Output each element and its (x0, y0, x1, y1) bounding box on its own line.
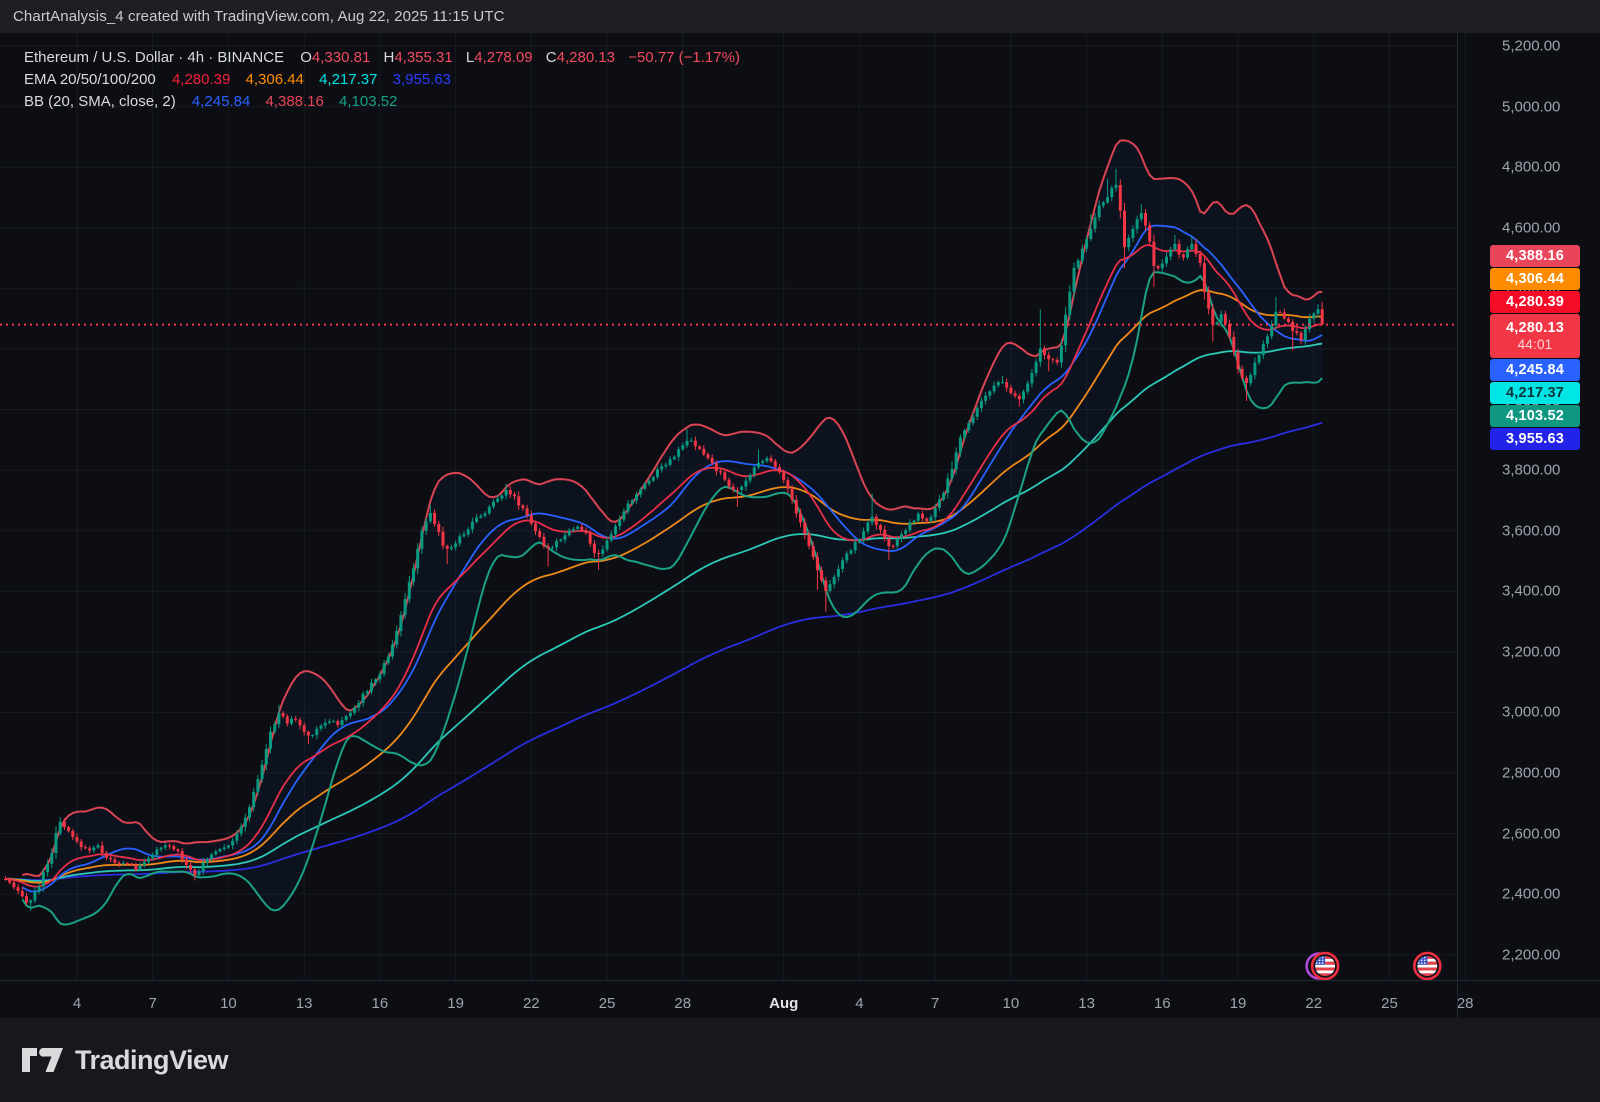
price-axis-border (1457, 33, 1458, 1018)
price-tick-label: 5,000.00 (1502, 98, 1561, 116)
price-tick-label: 3,000.00 (1502, 703, 1561, 721)
ema20-value: 4,280.39 (171, 71, 231, 88)
us-flag-icon[interactable] (1413, 951, 1442, 981)
ema100-line (5, 342, 1323, 882)
time-tick-label: 16 (1153, 995, 1171, 1012)
bb-basis-tag: 4,245.84 (1490, 359, 1580, 381)
time-tick-label: 28 (674, 995, 692, 1012)
ohlc-open: O4,330.81 (300, 49, 371, 66)
screenshot-title: ChartAnalysis_4 created with TradingView… (13, 8, 505, 25)
tradingview-logo-text: TradingView (75, 1044, 229, 1075)
ohlc-high: H4,355.31 (383, 49, 453, 66)
tradingview-logo-icon (22, 1047, 63, 1072)
time-tick-label: 10 (1002, 995, 1020, 1012)
ema200-tag: 3,955.63 (1490, 428, 1580, 450)
price-tick-label: 2,600.00 (1502, 825, 1561, 843)
time-tick-label: 4 (72, 995, 82, 1012)
bb-lower-tag: 4,103.52 (1490, 405, 1580, 427)
time-tick-label: 22 (1305, 995, 1323, 1012)
time-tick-label: 19 (1229, 995, 1247, 1012)
time-tick-label: 13 (1078, 995, 1095, 1012)
price-tick-label: 2,200.00 (1502, 946, 1561, 964)
tradingview-chart-screenshot: ChartAnalysis_4 created with TradingView… (0, 0, 1600, 1102)
time-tick-label: 7 (930, 995, 940, 1012)
change-value: −50.77 (−1.17%) (628, 49, 740, 66)
ema50-tag: 4,306.44 (1490, 268, 1580, 290)
ema100-tag: 4,217.37 (1490, 382, 1580, 404)
price-tick-label: 3,600.00 (1502, 522, 1561, 540)
screenshot-title-bar: ChartAnalysis_4 created with TradingView… (0, 0, 1600, 33)
bb-upper-value: 4,388.16 (265, 93, 324, 110)
price-tick-label: 4,600.00 (1502, 219, 1561, 237)
price-tick-label: 3,800.00 (1502, 461, 1561, 479)
bb-upper-tag: 4,388.16 (1490, 245, 1580, 267)
symbol-title: Ethereum / U.S. Dollar · 4h · BINANCE (24, 49, 285, 66)
legend-bb-row[interactable]: BB (20, SMA, close, 2) 4,245.84 4,388.16… (24, 91, 740, 113)
tradingview-logo[interactable]: TradingView (20, 1044, 229, 1076)
price-tick-label: 5,200.00 (1502, 37, 1561, 55)
time-tick-label: 25 (1381, 995, 1398, 1012)
grid (0, 33, 1466, 980)
price-tick-label: 4,800.00 (1502, 158, 1561, 176)
chart-canvas[interactable] (0, 0, 1600, 1102)
time-axis-border (0, 980, 1600, 981)
bb-basis-value: 4,245.84 (191, 93, 251, 110)
bar-countdown: 44:01 (1517, 337, 1553, 352)
price-tick-label: 3,200.00 (1502, 643, 1561, 661)
ema200-value: 3,955.63 (392, 71, 452, 88)
time-tick-label: 4 (855, 995, 864, 1012)
time-tick-label: 25 (598, 995, 616, 1012)
ohlc-low: L4,278.09 (465, 49, 533, 66)
time-tick-label: 16 (371, 995, 389, 1012)
price-tick-label: 2,400.00 (1502, 885, 1561, 903)
price-tick-label: 3,400.00 (1502, 582, 1561, 600)
time-tick-label: 10 (220, 995, 237, 1012)
ema100-value: 4,217.37 (319, 71, 378, 88)
ohlc-close: C4,280.13 (545, 49, 616, 66)
bb-lower-value: 4,103.52 (339, 93, 398, 110)
legend: Ethereum / U.S. Dollar · 4h · BINANCE O4… (24, 47, 740, 113)
time-tick-label: 7 (148, 995, 157, 1012)
ema20-tag: 4,280.39 (1490, 291, 1580, 313)
time-tick-label: 22 (522, 995, 540, 1012)
time-tick-label: 28 (1456, 995, 1474, 1012)
legend-symbol-row[interactable]: Ethereum / U.S. Dollar · 4h · BINANCE O4… (24, 47, 740, 69)
bb-label: BB (20, SMA, close, 2) (24, 93, 176, 110)
ema50-value: 4,306.44 (245, 71, 304, 88)
time-tick-label: 19 (447, 995, 464, 1012)
us-flag-icon[interactable] (1305, 951, 1340, 981)
last-price-tag: 4,280.13 44:01 (1490, 314, 1580, 358)
time-tick-label: Aug (769, 995, 799, 1012)
time-tick-label: 13 (295, 995, 313, 1012)
legend-ema-row[interactable]: EMA 20/50/100/200 4,280.39 4,306.44 4,21… (24, 69, 740, 91)
ema-label: EMA 20/50/100/200 (24, 71, 156, 88)
price-tick-label: 2,800.00 (1502, 764, 1561, 782)
